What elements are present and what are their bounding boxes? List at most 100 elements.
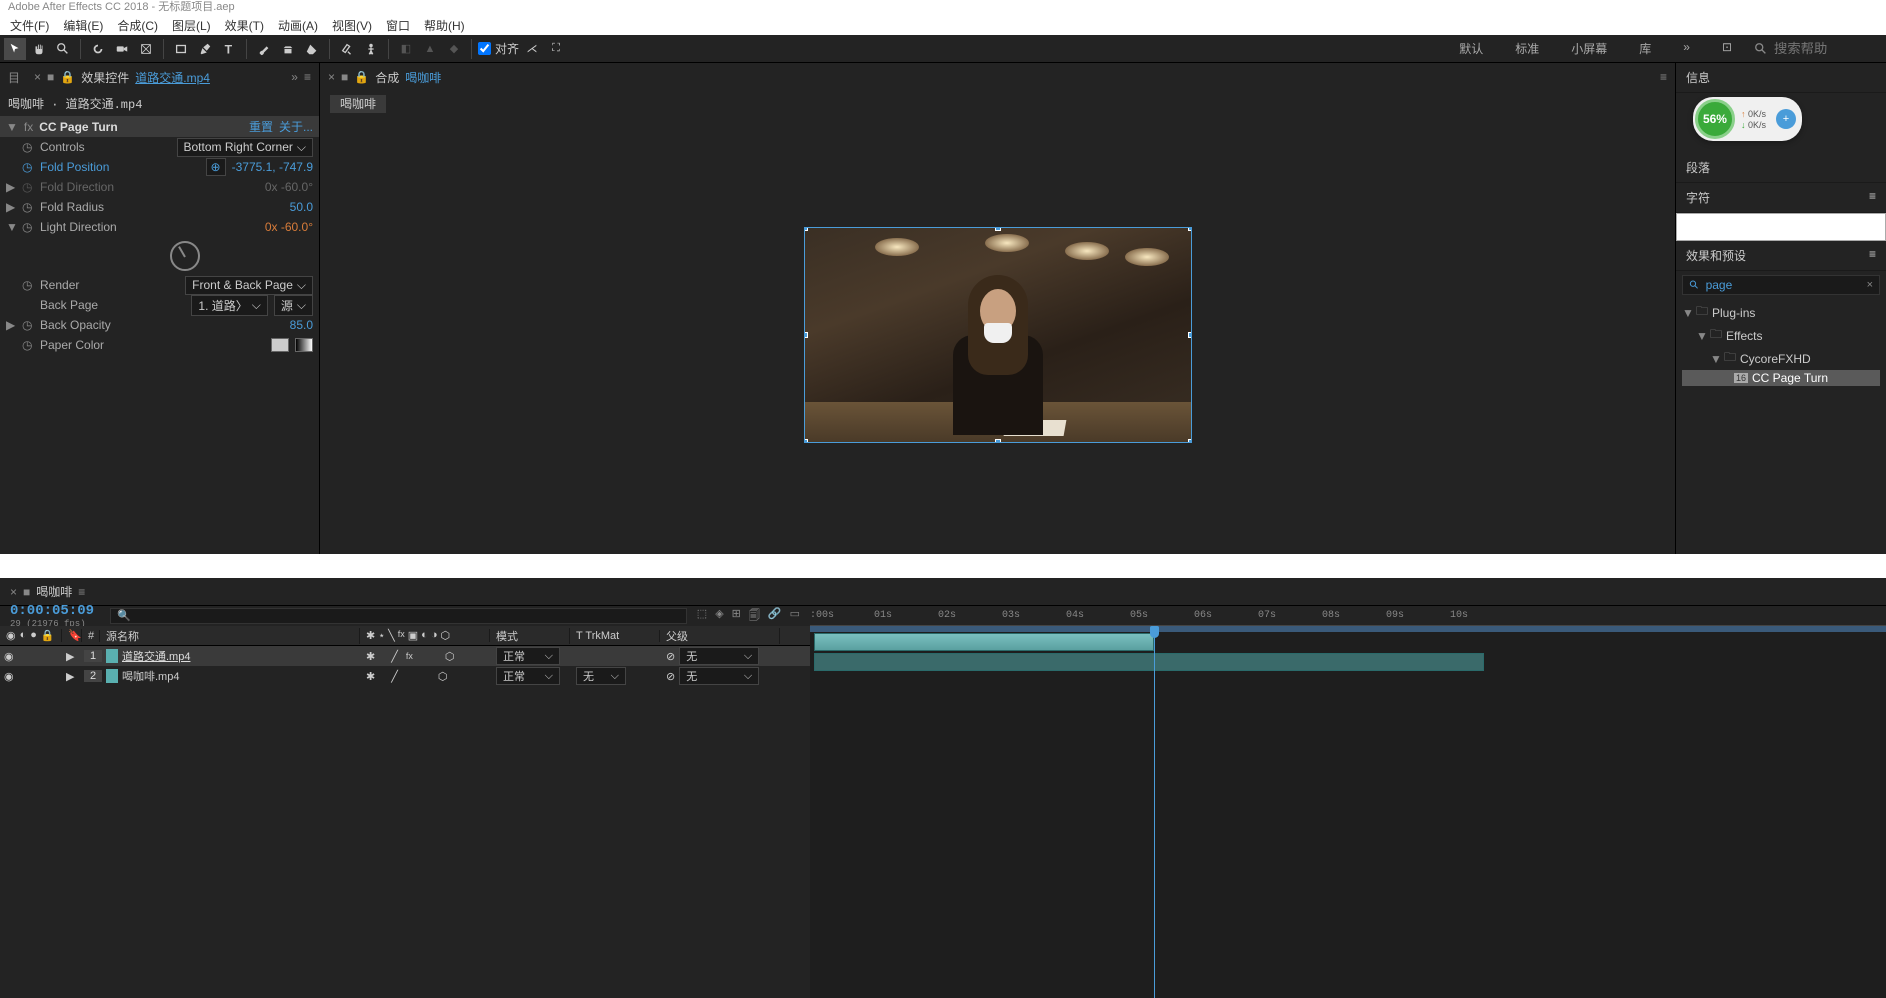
workspace-more[interactable]: »	[1671, 36, 1702, 61]
brush-tool[interactable]	[253, 38, 275, 60]
lock-icon[interactable]: 🔒	[60, 70, 75, 84]
effects-presets-header[interactable]: 效果和预设≡	[1676, 241, 1886, 271]
zoom-tool[interactable]	[52, 38, 74, 60]
hand-tool[interactable]	[28, 38, 50, 60]
network-badge-overlay[interactable]: 56% ↑ 0K/s ↓ 0K/s +	[1693, 97, 1802, 141]
layer-2[interactable]: ◉ ▶ 2 喝咖啡.mp4 ✱╱⬡ 正常⌵ 无⌵ ⊘无⌵	[0, 666, 810, 686]
timeline-tab[interactable]: ×■ 喝咖啡 ≡	[0, 578, 1886, 606]
rectangle-tool[interactable]	[170, 38, 192, 60]
roto-brush-tool[interactable]	[336, 38, 358, 60]
render-dropdown[interactable]: Front & Back Page⌵	[185, 276, 313, 295]
video-frame[interactable]	[804, 227, 1192, 443]
clear-search-icon[interactable]: ×	[1867, 279, 1873, 291]
workspace-default[interactable]: 默认	[1447, 36, 1495, 61]
lock-icon[interactable]: 🔒	[41, 629, 55, 642]
back-opacity-value[interactable]: 85.0	[290, 318, 313, 332]
info-panel-header[interactable]: 信息	[1676, 63, 1886, 93]
composition-tab[interactable]: ×■ 🔒 合成 喝咖啡 ≡	[320, 63, 1675, 91]
rotation-tool[interactable]	[87, 38, 109, 60]
tree-cc-page-turn[interactable]: 16CC Page Turn	[1682, 370, 1880, 386]
playhead[interactable]	[1154, 632, 1155, 998]
layer-2-bar[interactable]	[814, 653, 1484, 671]
menu-window[interactable]: 窗口	[380, 17, 416, 34]
timeline-right[interactable]: :00s 01s 02s 03s 04s 05s 06s 07s 08s 09s…	[810, 606, 1886, 998]
track-area[interactable]	[810, 632, 1886, 998]
menu-layer[interactable]: 图层(L)	[166, 17, 217, 34]
tl-icon-2[interactable]: ◈	[715, 607, 723, 626]
panel-divider[interactable]	[0, 554, 1886, 562]
clone-stamp-tool[interactable]	[277, 38, 299, 60]
tree-effects[interactable]: ▼🗀Effects	[1682, 324, 1880, 347]
scrollbar[interactable]	[0, 562, 1886, 578]
back-page-dropdown[interactable]: 1. 道路〉⌵	[191, 295, 267, 316]
current-timecode[interactable]: 0:00:05:09	[10, 603, 94, 619]
fold-position-target[interactable]: ⊕	[206, 158, 226, 176]
timeline-search[interactable]: 🔍	[110, 608, 687, 624]
effects-search-input[interactable]	[1706, 278, 1861, 292]
light-direction-value[interactable]: 0x -60.0°	[265, 220, 313, 234]
panel-title: 效果控件	[81, 69, 129, 86]
effect-header[interactable]: ▼fx CC Page Turn 重置 关于...	[0, 116, 319, 137]
char-font-field[interactable]	[1676, 213, 1886, 241]
layer-parent-dropdown[interactable]: 无⌵	[679, 667, 759, 685]
effect-reset[interactable]: 重置	[249, 118, 273, 135]
effects-search[interactable]: ×	[1682, 275, 1880, 295]
layer-parent-dropdown[interactable]: 无⌵	[679, 647, 759, 665]
tl-icon-4[interactable]: 🗐	[749, 607, 760, 626]
text-tool[interactable]: T	[218, 38, 240, 60]
workspace-sync-icon[interactable]: ⊡	[1710, 36, 1744, 61]
menu-composition[interactable]: 合成(C)	[111, 17, 164, 34]
menu-edit[interactable]: 编辑(E)	[57, 17, 109, 34]
tl-icon-3[interactable]: ⊞	[732, 607, 741, 626]
paper-color-swatch[interactable]	[271, 338, 289, 352]
controls-dropdown[interactable]: Bottom Right Corner⌵	[177, 138, 314, 157]
workspace-small[interactable]: 小屏幕	[1559, 36, 1619, 61]
workspace-library[interactable]: 库	[1627, 36, 1663, 61]
angle-widget[interactable]	[170, 241, 200, 271]
menu-animation[interactable]: 动画(A)	[272, 17, 324, 34]
pan-behind-tool[interactable]	[135, 38, 157, 60]
search-help[interactable]	[1746, 39, 1882, 58]
tl-icon-6[interactable]: ▭	[790, 607, 800, 626]
pen-tool[interactable]	[194, 38, 216, 60]
eraser-tool[interactable]	[301, 38, 323, 60]
workspace-standard[interactable]: 标准	[1503, 36, 1551, 61]
menu-file[interactable]: 文件(F)	[4, 17, 55, 34]
fold-position-value[interactable]: -3775.1, -747.9	[232, 160, 313, 174]
time-ruler[interactable]: :00s 01s 02s 03s 04s 05s 06s 07s 08s 09s…	[810, 606, 1886, 626]
lock-icon[interactable]: 🔒	[354, 70, 369, 84]
layer-name[interactable]: 道路交通.mp4	[122, 648, 190, 664]
eyedropper-icon[interactable]	[295, 338, 313, 352]
tl-icon-shy[interactable]: 🔗	[768, 607, 782, 626]
layer-1-bar[interactable]	[814, 633, 1154, 651]
tree-cycore[interactable]: ▼🗀CycoreFXHD	[1682, 347, 1880, 370]
back-page-src-dropdown[interactable]: 源⌵	[274, 295, 313, 316]
menu-help[interactable]: 帮助(H)	[418, 17, 471, 34]
project-tab-stub[interactable]: 目	[8, 69, 20, 86]
layer-1[interactable]: ◉ ▶ 1 道路交通.mp4 ✱╱fx⬡ 正常⌵ ⊘无⌵	[0, 646, 810, 666]
tl-icon-1[interactable]: ⬚	[697, 607, 707, 626]
effect-about[interactable]: 关于...	[279, 118, 313, 135]
paragraph-panel-header[interactable]: 段落	[1676, 153, 1886, 183]
selection-tool[interactable]	[4, 38, 26, 60]
layer-mode-dropdown[interactable]: 正常⌵	[496, 647, 560, 665]
layer-mode-dropdown[interactable]: 正常⌵	[496, 667, 560, 685]
layer-trkmat-dropdown[interactable]: 无⌵	[576, 667, 626, 685]
camera-tool[interactable]	[111, 38, 133, 60]
menu-view[interactable]: 视图(V)	[326, 17, 378, 34]
snap-checkbox[interactable]: 对齐	[478, 40, 519, 57]
panel-file-link[interactable]: 道路交通.mp4	[135, 69, 210, 86]
panel-menu-icon[interactable]: »	[291, 70, 298, 84]
layer-name[interactable]: 喝咖啡.mp4	[122, 668, 179, 684]
badge-add-icon[interactable]: +	[1776, 109, 1796, 129]
puppet-tool[interactable]	[360, 38, 382, 60]
search-help-input[interactable]	[1774, 41, 1874, 56]
fold-radius-value[interactable]: 50.0	[290, 200, 313, 214]
menu-effect[interactable]: 效果(T)	[219, 17, 270, 34]
snap-options-1[interactable]: ⋌	[521, 38, 543, 60]
composition-viewer[interactable]	[320, 116, 1675, 554]
tree-plugins[interactable]: ▼🗀Plug-ins	[1682, 301, 1880, 324]
snap-options-2[interactable]: ⛶	[545, 38, 567, 60]
char-panel-header[interactable]: 字符≡	[1676, 183, 1886, 213]
effect-controls-tab[interactable]: 目 × ■ 🔒 效果控件 道路交通.mp4 » ≡	[0, 63, 319, 91]
